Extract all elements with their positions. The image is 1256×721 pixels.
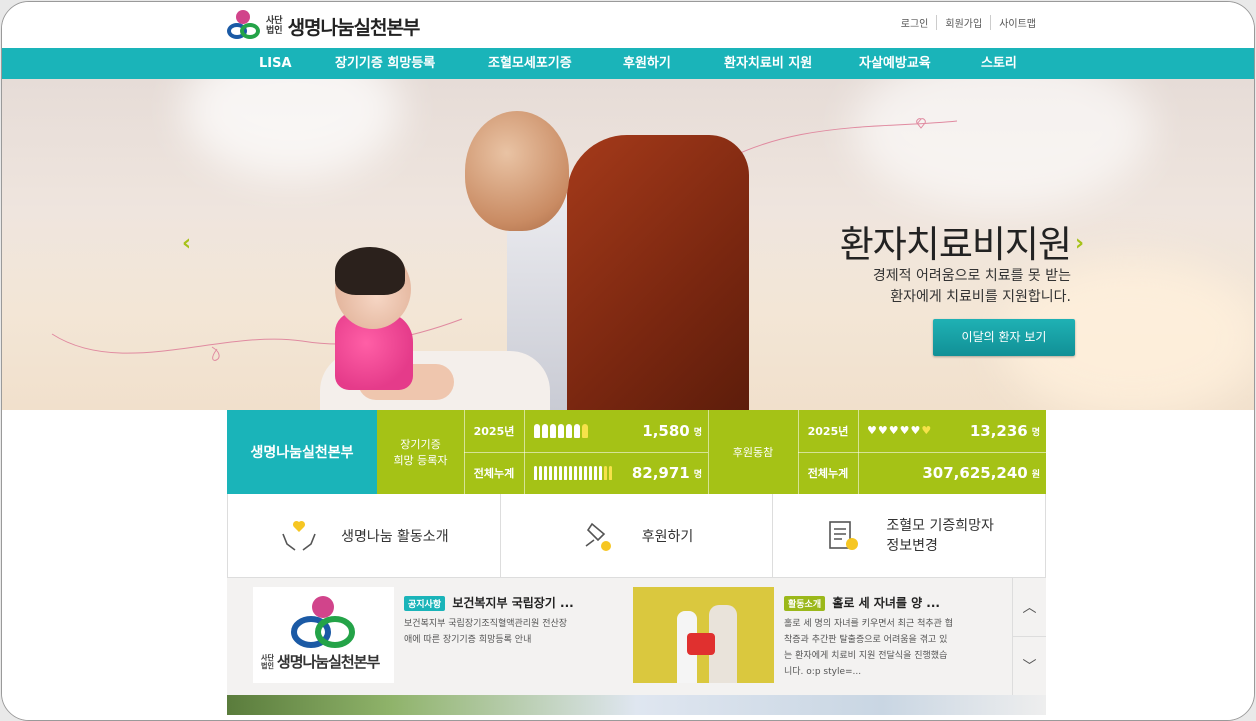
nav-item-suicide-prevention[interactable]: 자살예방교육 <box>859 48 931 79</box>
hearts-icon: ♥♥♥♥♥ ♥ <box>867 424 933 437</box>
stats-total-label-2: 전체누계 <box>807 467 849 480</box>
people-icon <box>534 424 588 438</box>
news-section: 사단 법인 생명나눔실천본부 공지사항 보건복지부 국립장기 ... 보건복지부… <box>227 578 1046 695</box>
quick-links: 생명나눔 활동소개 후원하기 조혈모 기증희망자 정보변경 <box>227 494 1047 578</box>
news-desc-1: 보건복지부 국립장기조직혈액관리원 전산장 애에 따른 장기기증 희망등록 안내 <box>404 619 568 645</box>
supporters-year: 13,236 명 <box>969 422 1040 440</box>
news-scroll-controls: ︿ ﹀ <box>1012 578 1046 695</box>
main-content: 생명나눔실천본부 장기기증 희망 등록자 2025년 전체누계 1,580명 <box>2 410 1254 720</box>
stats-organ-label: 장기기증 희망 등록자 <box>393 438 448 467</box>
browser-frame: 사단 법인 생명나눔실천본부 로그인 회원가입 사이트맵 LISA 장기기증 희… <box>1 1 1255 721</box>
site-header: 사단 법인 생명나눔실천본부 로그인 회원가입 사이트맵 <box>2 2 1254 48</box>
news-title-2[interactable]: 활동소개 홀로 세 자녀를 양 ... <box>784 594 940 611</box>
nav-item-patient-aid[interactable]: 환자치료비 지원 <box>724 48 812 79</box>
supporters-total: 307,625,240 원 <box>922 464 1040 482</box>
registrants-total: 82,971 명 <box>631 464 702 482</box>
news-tag-activity: 활동소개 <box>784 596 826 611</box>
stats-total-label: 전체누계 <box>473 467 515 480</box>
news-tag-notice: 공지사항 <box>404 596 446 611</box>
signup-link[interactable]: 회원가입 <box>936 15 990 30</box>
nav-item-story[interactable]: 스토리 <box>981 48 1017 79</box>
nav-item-stem-cell[interactable]: 조혈모세포기증 <box>488 48 572 79</box>
photo-gallery-strip <box>227 695 1046 715</box>
nav-item-organ-donation[interactable]: 장기기증 희망등록 <box>335 48 435 79</box>
hero-title: 환자치료비지원 <box>839 223 1072 266</box>
utility-links: 로그인 회원가입 사이트맵 <box>893 15 1044 30</box>
hero-next-arrow-icon[interactable]: › <box>1075 231 1084 256</box>
hands-heart-icon <box>282 520 316 551</box>
registrants-year: 1,580 명 <box>642 422 702 440</box>
thumb-logo-name: 생명나눔실천본부 <box>276 653 380 671</box>
quick-link-stem-cell-info[interactable]: 조혈모 기증희망자 정보변경 <box>773 494 1047 578</box>
hero-banner: ‹ › 환자치료비지원 경제적 어려움으로 치료를 못 받는 환자에게 치료비를… <box>2 79 1254 410</box>
site-logo[interactable]: 사단 법인 생명나눔실천본부 <box>226 10 421 42</box>
giving-hand-icon <box>585 522 611 551</box>
stats-year-label: 2025년 <box>473 425 515 438</box>
sitemap-link[interactable]: 사이트맵 <box>990 15 1044 30</box>
main-nav: LISA 장기기증 희망등록 조혈모세포기증 후원하기 환자치료비 지원 자살예… <box>2 48 1254 79</box>
nav-item-lisa[interactable]: LISA <box>259 48 292 79</box>
quick-link-donate[interactable]: 후원하기 <box>500 494 774 578</box>
news-thumbnail-2[interactable] <box>633 587 774 683</box>
hero-prev-arrow-icon[interactable]: ‹ <box>182 231 191 256</box>
hero-description: 경제적 어려움으로 치료를 못 받는 환자에게 치료비를 지원합니다. <box>872 268 1071 305</box>
news-desc-2: 홀로 세 명의 자녀를 키우면서 최근 척추관 협 착증과 추간판 탈출증으로 … <box>784 619 954 677</box>
news-thumbnail-1[interactable]: 사단 법인 생명나눔실천본부 <box>253 587 394 683</box>
document-gear-icon <box>829 520 859 550</box>
monthly-patient-button[interactable]: 이달의 환자 보기 <box>933 319 1075 356</box>
stats-year-label-2: 2025년 <box>807 425 849 438</box>
news-down-arrow-icon[interactable]: ﹀ <box>1013 636 1046 694</box>
stats-brand: 생명나눔실천본부 <box>227 410 377 494</box>
people-crowd-icon <box>534 466 612 480</box>
stats-support-label: 후원동참 <box>732 446 774 459</box>
logo-corp-label: 사단 법인 <box>266 16 283 36</box>
login-link[interactable]: 로그인 <box>893 15 937 30</box>
news-title-1[interactable]: 공지사항 보건복지부 국립장기 ... <box>404 594 574 611</box>
nav-item-support[interactable]: 후원하기 <box>623 48 671 79</box>
quick-link-activities[interactable]: 생명나눔 활동소개 <box>227 494 501 578</box>
logo-mark-icon <box>226 10 262 42</box>
logo-name: 생명나눔실천본부 <box>287 16 421 39</box>
news-up-arrow-icon[interactable]: ︿ <box>1013 578 1046 636</box>
thumb-logo-corp: 사단 법인 <box>261 653 274 670</box>
stats-panel: 생명나눔실천본부 장기기증 희망 등록자 2025년 전체누계 1,580명 <box>227 410 1046 494</box>
